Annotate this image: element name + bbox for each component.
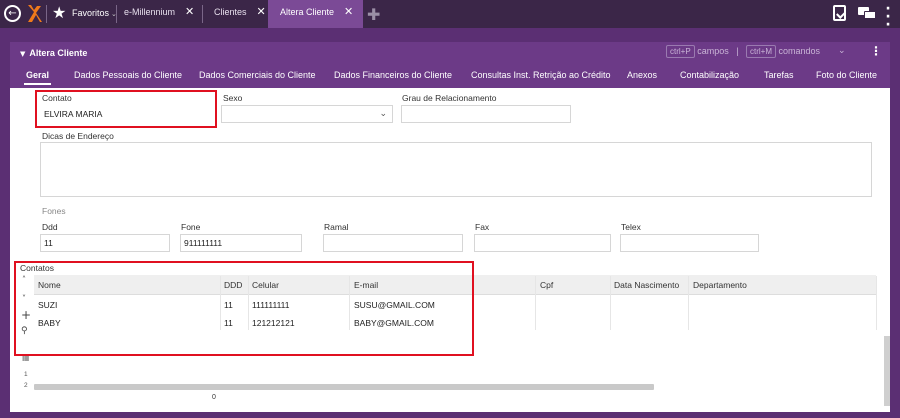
fax-field[interactable] [474,234,611,252]
chevron-down-icon: ⌄ [379,109,387,119]
tab-geral[interactable]: Geral [23,70,52,85]
col-cpf[interactable]: Cpf [540,280,553,290]
tab-contabilizacao[interactable]: Contabilização [680,70,739,80]
tab-e-millennium[interactable]: e-Millennium ✕ [124,0,194,28]
close-tab-icon[interactable]: ✕ [185,5,194,18]
column-divider [535,276,536,330]
highlight-contato [35,90,217,128]
panel-header: ▼ Altera Cliente ctrl+P campos | ctrl+M c… [10,42,890,88]
ramal-field[interactable] [323,234,463,252]
horizontal-scrollbar[interactable] [34,384,654,390]
fones-label: Fones [42,206,66,216]
sexo-select[interactable]: ⌄ [221,105,393,123]
col-data-nascimento[interactable]: Data Nascimento [614,280,679,290]
tab-anexos[interactable]: Anexos [627,70,657,80]
tab-altera-cliente[interactable]: Altera Cliente ✕ [268,0,364,28]
dicas-endereco-textarea[interactable] [40,142,872,197]
ddd-field[interactable]: 11 [40,234,170,252]
divider [116,5,117,23]
panel-more-icon[interactable]: ⋮ [870,44,882,58]
tab-foto-cliente[interactable]: Foto do Cliente [816,70,877,80]
highlight-contatos [14,261,474,356]
clipboard-check-icon[interactable] [833,5,846,21]
row-number: 1 [24,371,28,378]
sexo-label: Sexo [223,93,243,103]
grau-relacionamento-label: Grau de Relacionamento [402,93,497,103]
top-bar: ← ★ Favoritos ⌄ e-Millennium ✕ Clientes ✕ A… [0,0,900,32]
tab-dados-financeiros[interactable]: Dados Financeiros do Cliente [334,70,452,80]
close-tab-icon[interactable]: ✕ [344,5,353,18]
panel-title[interactable]: ▼ Altera Cliente [20,48,87,58]
chevron-down-icon[interactable]: ⌄ [838,46,846,56]
tab-dados-comerciais[interactable]: Dados Comerciais do Cliente [199,70,316,80]
tab-consultas[interactable]: Consultas Inst. Retrição ao Crédito [471,70,611,80]
more-options-icon[interactable]: · · · [885,2,891,32]
column-divider [876,276,877,330]
shortcut-fields[interactable]: ctrl+P campos | [666,45,739,58]
col-departamento[interactable]: Departamento [693,280,747,290]
shortcut-commands[interactable]: ctrl+M comandos [746,45,820,58]
row-number: 2 [24,382,28,389]
fone-field[interactable]: 911111111 [180,234,302,252]
telex-field[interactable] [620,234,759,252]
footer-total: 0 [212,394,216,401]
column-divider [610,276,611,330]
grau-relacionamento-field[interactable] [401,105,571,123]
favorites-menu[interactable]: Favoritos ⌄ [72,8,117,18]
tab-tarefas[interactable]: Tarefas [764,70,794,80]
tab-dados-pessoais[interactable]: Dados Pessoais do Cliente [74,70,182,80]
column-divider [688,276,689,330]
star-icon[interactable]: ★ [52,3,66,22]
fone-label: Fone [181,222,201,232]
ddd-label: Ddd [42,222,58,232]
divider [202,5,203,23]
new-tab-icon[interactable]: ✚ [367,5,380,24]
altera-cliente-panel: ▼ Altera Cliente ctrl+P campos | ctrl+M c… [10,42,890,412]
ramal-label: Ramal [324,222,349,232]
dicas-endereco-label: Dicas de Endereço [42,131,114,141]
close-tab-icon[interactable]: ✕ [257,5,266,18]
collapse-icon[interactable]: ▼ [20,50,25,58]
app-logo-icon [28,5,42,22]
chat-icon[interactable] [858,7,876,20]
tab-clientes[interactable]: Clientes ✕ [214,0,266,28]
back-arrow-icon[interactable]: ← [4,5,21,22]
divider [46,5,47,23]
telex-label: Telex [621,222,641,232]
vertical-scrollbar[interactable] [884,336,890,406]
fax-label: Fax [475,222,490,232]
